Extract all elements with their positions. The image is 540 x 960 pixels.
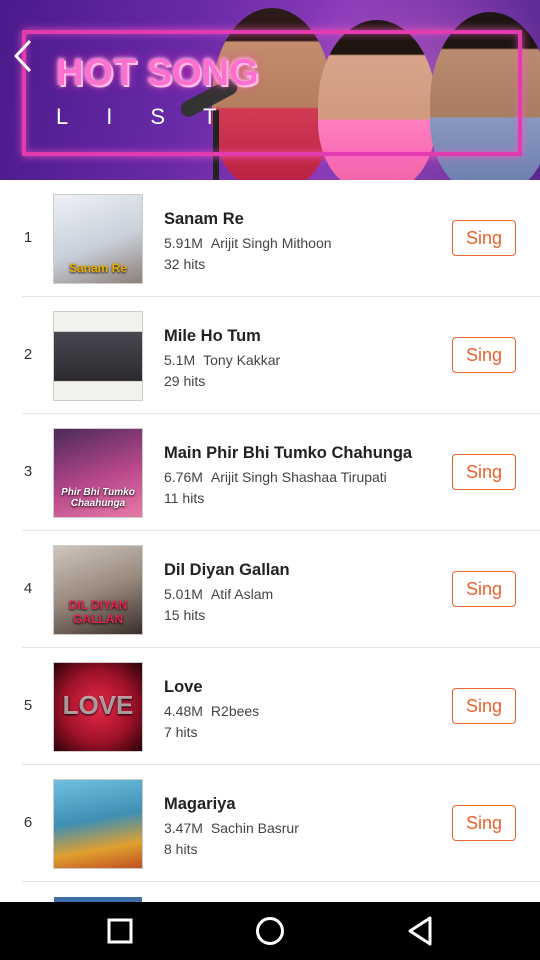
banner-title: HOT SONG — [56, 52, 259, 94]
song-plays: 5.1M — [164, 352, 196, 368]
song-artist: Arijit Singh Mithoon — [210, 235, 332, 251]
sing-button[interactable]: Sing — [452, 337, 516, 373]
song-rank: 1 — [23, 229, 33, 246]
banner-subtitle: LIST — [56, 104, 255, 129]
thumbnail-title: DIL DIYAN GALLAN — [68, 598, 128, 626]
hot-song-banner: HOT SONG LIST — [0, 0, 540, 180]
song-plays: 4.48M — [164, 703, 203, 719]
song-row[interactable]: 5 LOVE Love 4.48M R2bees 7 hits Sing — [0, 648, 540, 765]
song-plays: 6.76M — [164, 469, 203, 485]
song-hits: 11 hits — [164, 490, 205, 506]
song-row[interactable]: 6 Magariya 3.47M Sachin Basrur 8 hits Sin… — [0, 765, 540, 882]
song-rank: 3 — [23, 463, 33, 480]
song-title: Main Phir Bhi Tumko Chahunga — [164, 444, 413, 462]
recents-button[interactable] — [90, 911, 150, 951]
song-row[interactable]: 4 DIL DIYAN GALLAN Dil Diyan Gallan 5.01… — [0, 531, 540, 648]
system-nav-bar — [0, 902, 540, 960]
song-title: Magariya — [164, 795, 236, 813]
sing-button[interactable]: Sing — [452, 571, 516, 607]
song-thumbnail[interactable]: Sanam Re — [54, 195, 142, 283]
thumbnail-title: LOVE — [62, 690, 134, 720]
song-meta: 5.01M Atif Aslam — [164, 586, 273, 602]
song-plays: 3.47M — [164, 820, 203, 836]
circle-icon — [256, 917, 284, 945]
song-row[interactable]: 1 Sanam Re Sanam Re 5.91M Arijit Singh Mi… — [0, 180, 540, 297]
song-meta: 6.76M Arijit Singh Shashaa Tirupati — [164, 469, 387, 485]
song-artist: Sachin Basrur — [210, 820, 299, 836]
song-thumbnail[interactable] — [54, 780, 142, 868]
thumbnail-title: Phir Bhi Tumko Chaahunga — [61, 487, 135, 509]
song-title: Sanam Re — [164, 210, 244, 228]
home-button[interactable] — [240, 911, 300, 951]
partial-song-row[interactable] — [0, 882, 540, 902]
song-plays: 5.01M — [164, 586, 203, 602]
back-button[interactable] — [8, 38, 38, 74]
song-title: Mile Ho Tum — [164, 327, 261, 345]
song-thumbnail[interactable]: LOVE — [54, 663, 142, 751]
song-plays: 5.91M — [164, 235, 203, 251]
song-artist: Arijit Singh Shashaa Tirupati — [210, 469, 387, 485]
song-hits: 29 hits — [164, 373, 206, 389]
song-rank: 6 — [23, 814, 33, 831]
sing-button[interactable]: Sing — [452, 805, 516, 841]
chevron-left-icon — [13, 39, 32, 73]
song-meta: 5.91M Arijit Singh Mithoon — [164, 235, 332, 251]
song-meta: 5.1M Tony Kakkar — [164, 352, 280, 368]
song-thumbnail[interactable]: Phir Bhi Tumko Chaahunga — [54, 429, 142, 517]
song-meta: 4.48M R2bees — [164, 703, 259, 719]
sing-button[interactable]: Sing — [452, 688, 516, 724]
song-rank: 2 — [23, 346, 33, 363]
song-title: Love — [164, 678, 203, 696]
square-icon — [107, 918, 133, 944]
song-thumbnail[interactable]: DIL DIYAN GALLAN — [54, 546, 142, 634]
song-row[interactable]: 2 Mile Ho Tum 5.1M Tony Kakkar 29 hits Si… — [0, 297, 540, 414]
song-title: Dil Diyan Gallan — [164, 561, 290, 579]
nav-back-button[interactable] — [390, 911, 450, 951]
song-hits: 8 hits — [164, 841, 198, 857]
song-artist: Tony Kakkar — [203, 352, 281, 368]
song-artist: Atif Aslam — [210, 586, 274, 602]
thumbnail-title: Sanam Re — [68, 261, 128, 275]
sing-button[interactable]: Sing — [452, 454, 516, 490]
song-hits: 15 hits — [164, 607, 206, 623]
song-list: 1 Sanam Re Sanam Re 5.91M Arijit Singh Mi… — [0, 180, 540, 882]
song-hits: 32 hits — [164, 256, 206, 272]
song-rank: 4 — [23, 580, 33, 597]
song-hits: 7 hits — [164, 724, 198, 740]
song-rank: 5 — [23, 697, 33, 714]
song-row[interactable]: 3 Phir Bhi Tumko Chaahunga Main Phir Bhi… — [0, 414, 540, 531]
song-artist: R2bees — [210, 703, 260, 719]
sing-button[interactable]: Sing — [452, 220, 516, 256]
triangle-back-icon — [408, 916, 432, 946]
song-meta: 3.47M Sachin Basrur — [164, 820, 299, 836]
song-thumbnail[interactable] — [54, 312, 142, 400]
